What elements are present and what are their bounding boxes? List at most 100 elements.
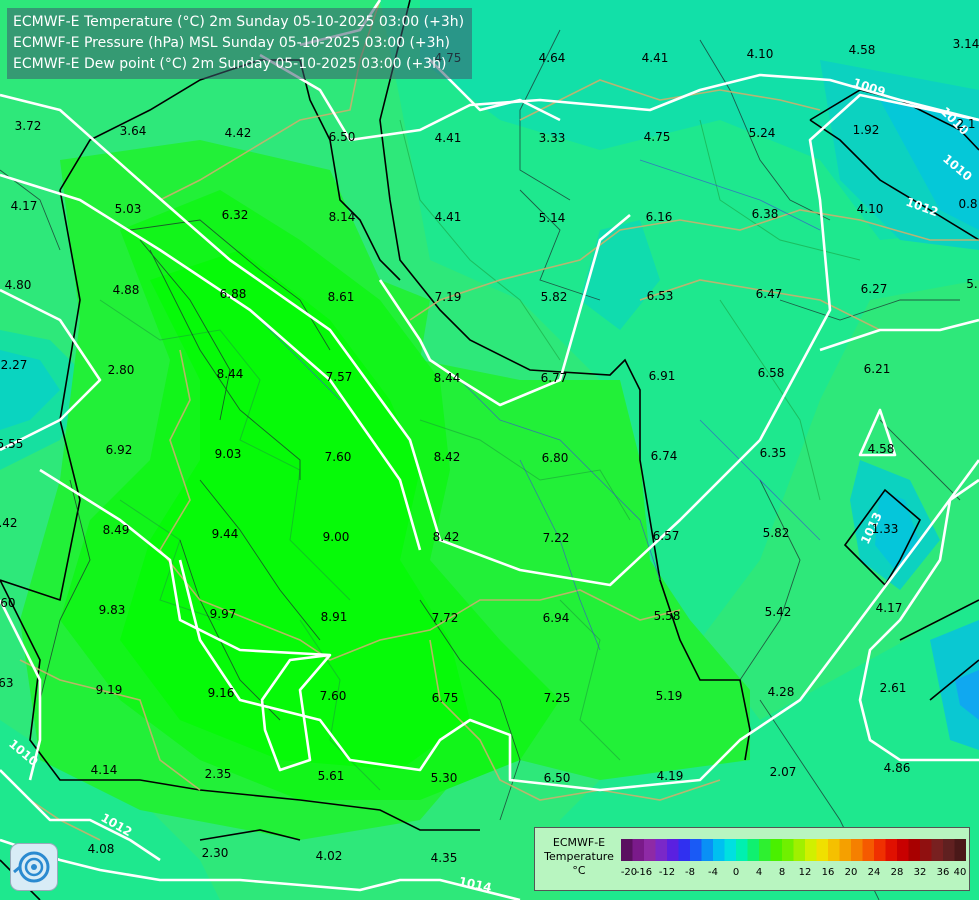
value-label: 7.60	[320, 689, 347, 703]
value-label: 4.88	[113, 283, 140, 297]
value-label: 4.86	[884, 761, 911, 775]
value-label: 4.17	[11, 199, 38, 213]
value-label: 2.35	[205, 767, 232, 781]
legend-unit: °C	[572, 864, 586, 877]
value-label: 4.17	[876, 601, 903, 615]
value-label: 4.64	[539, 51, 566, 65]
value-label: 5.14	[539, 211, 566, 225]
value-label: 6.94	[543, 611, 570, 625]
value-label: 4.10	[747, 47, 774, 61]
value-label: 5.24	[749, 126, 776, 140]
value-label: 2.30	[202, 846, 229, 860]
legend-tick: 32	[913, 867, 927, 878]
weather-map[interactable]: 1009 1010 1010 1012 1013 1010 1012 1014 …	[0, 0, 979, 900]
legend-tick: 4	[755, 867, 763, 878]
value-label: 6.88	[220, 287, 247, 301]
legend-swatch	[644, 839, 656, 861]
legend-swatch	[632, 839, 645, 861]
value-label: 6.38	[752, 207, 779, 221]
legend-swatch	[862, 839, 875, 861]
value-label: 7.60	[325, 450, 352, 464]
value-label: 4.75	[644, 130, 671, 144]
value-label: 7.19	[435, 290, 462, 304]
value-label: 6.75	[432, 691, 459, 705]
legend-swatch	[747, 839, 760, 861]
legend-swatch	[678, 839, 691, 861]
legend-swatch	[828, 839, 840, 861]
value-label: 1.92	[853, 123, 880, 137]
value-label: 9.03	[215, 447, 242, 461]
temperature-title: ECMWF-E Temperature (°C) 2m Sunday 05-10…	[13, 14, 465, 30]
legend-swatch	[701, 839, 714, 861]
value-label: 6.27	[861, 282, 888, 296]
value-label: 9.44	[212, 527, 239, 541]
legend-tick: 24	[867, 867, 881, 878]
value-label: 4.28	[768, 685, 795, 699]
value-label: 5.61	[318, 769, 345, 783]
legend-tick: -12	[658, 867, 676, 878]
value-label: 6.74	[651, 449, 678, 463]
legend-swatch	[724, 839, 737, 861]
value-label: 8.44	[217, 367, 244, 381]
legend-swatch	[805, 839, 817, 861]
legend-tick: 0	[732, 867, 740, 878]
value-label: 7.72	[432, 611, 459, 625]
value-label: 5.82	[763, 526, 790, 540]
value-label: 4.35	[431, 851, 458, 865]
legend-tick: 36	[936, 867, 950, 878]
legend-swatch	[793, 839, 806, 861]
value-label: .60	[0, 596, 16, 610]
value-label: 2.07	[770, 765, 797, 779]
value-label: 3.72	[15, 119, 42, 133]
value-label: 6.80	[542, 451, 569, 465]
value-label: 4.58	[868, 442, 895, 456]
legend-tick: 8	[778, 867, 786, 878]
value-label: 3.33	[539, 131, 566, 145]
dewpoint-title: ECMWF-E Dew point (°C) 2m Sunday 05-10-2…	[13, 56, 447, 72]
legend-tick: -8	[685, 867, 695, 878]
value-label: 9.19	[96, 683, 123, 697]
value-label: 6.57	[653, 529, 680, 543]
value-label: 3.14	[953, 37, 979, 51]
temperature-legend: ECMWF-E Temperature °C -20 -16 -12 -8 -4 0 4 8 1…	[534, 827, 970, 891]
value-label: 8.42	[433, 530, 460, 544]
value-label: 5.42	[765, 605, 792, 619]
value-label: 8.44	[434, 371, 461, 385]
value-label: 4.41	[435, 131, 462, 145]
value-label: 6.21	[864, 362, 891, 376]
value-label: 6.32	[222, 208, 249, 222]
value-label: 4.58	[849, 43, 876, 57]
value-label: 4.41	[642, 51, 669, 65]
value-label: 4.41	[435, 210, 462, 224]
value-label: 2.61	[880, 681, 907, 695]
value-label: 6.16	[646, 210, 673, 224]
legend-title: ECMWF-E Temperature °C	[539, 836, 619, 878]
value-label: 6.91	[649, 369, 676, 383]
legend-swatch	[874, 839, 886, 861]
legend-swatch	[908, 839, 921, 861]
value-label: 8.14	[329, 210, 356, 224]
value-label: 9.83	[99, 603, 126, 617]
legend-swatch	[943, 839, 955, 861]
legend-tick: 28	[890, 867, 904, 878]
legend-swatch	[931, 839, 944, 861]
value-label: .63	[0, 676, 14, 690]
value-label: 6.92	[106, 443, 133, 457]
legend-swatch	[897, 839, 909, 861]
value-label: 6.35	[760, 446, 787, 460]
legend-variable: Temperature	[544, 850, 614, 863]
value-label: 4.42	[225, 126, 252, 140]
legend-tick: 16	[821, 867, 835, 878]
ecmwf-logo-icon	[10, 843, 58, 891]
value-label: 6.53	[647, 289, 674, 303]
legend-swatch	[759, 839, 771, 861]
legend-swatch	[782, 839, 794, 861]
value-label: 7.22	[543, 531, 570, 545]
pressure-title: ECMWF-E Pressure (hPa) MSL Sunday 05-10-…	[13, 35, 450, 51]
value-label: 9.16	[208, 686, 235, 700]
value-label: 4.19	[657, 769, 684, 783]
value-label: 6.50	[329, 130, 356, 144]
legend-tick: 40	[953, 867, 967, 878]
value-label: 3.64	[120, 124, 147, 138]
value-label: 7.57	[326, 370, 353, 384]
